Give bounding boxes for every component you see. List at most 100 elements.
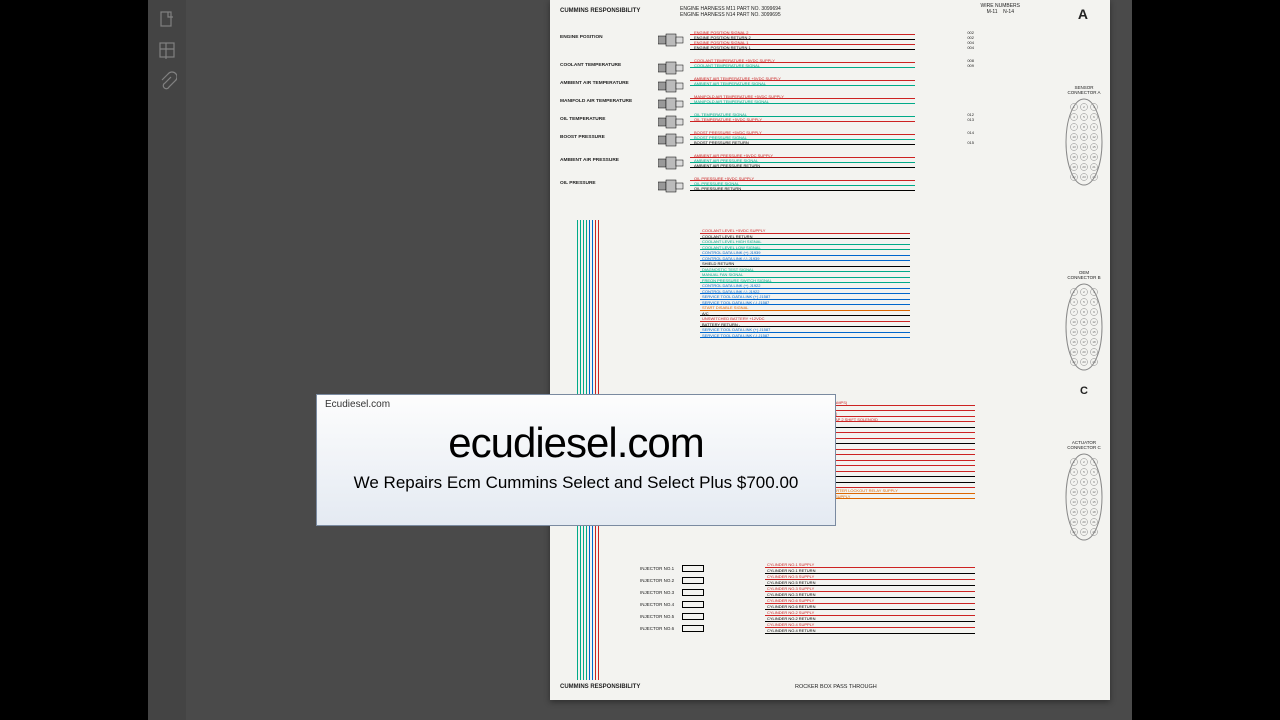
svg-text:4: 4: [1073, 470, 1075, 474]
svg-text:15: 15: [1092, 330, 1096, 334]
svg-text:19: 19: [1072, 350, 1076, 354]
svg-text:23: 23: [1082, 175, 1086, 179]
svg-text:24: 24: [1092, 360, 1096, 364]
page-icon[interactable]: [157, 10, 177, 30]
injector-icon: [682, 601, 704, 608]
wire-number: 004: [938, 45, 974, 50]
layout-icon[interactable]: [157, 40, 177, 60]
sensor-row: OIL PRESSUREOIL PRESSURE +5VDC SUPPLYOIL…: [560, 176, 1100, 199]
svg-text:5: 5: [1083, 115, 1085, 119]
svg-text:23: 23: [1082, 530, 1086, 534]
svg-text:12: 12: [1092, 135, 1096, 139]
svg-text:12: 12: [1092, 320, 1096, 324]
diagram-footer: CUMMINS RESPONSIBILITY: [560, 684, 640, 690]
connector-icon: [658, 133, 684, 147]
svg-text:5: 5: [1083, 300, 1085, 304]
svg-text:10: 10: [1072, 135, 1076, 139]
injector-icon: [682, 565, 704, 572]
sensor-row: AMBIENT AIR PRESSUREAMBIENT AIR PRESSURE…: [560, 153, 1100, 176]
section-letter-c: C: [1080, 385, 1088, 397]
svg-text:13: 13: [1072, 500, 1076, 504]
svg-text:8: 8: [1083, 310, 1085, 314]
injector-icon: [682, 577, 704, 584]
svg-text:21: 21: [1092, 520, 1096, 524]
svg-text:12: 12: [1092, 490, 1096, 494]
sensor-label: OIL PRESSURE: [560, 181, 640, 186]
edge-connector: OEM CONNECTOR B1234567891011121314151617…: [1064, 270, 1104, 373]
signal-line: OIL TEMPERATURE +5VDC SUPPLY: [690, 117, 915, 122]
wiring-diagram-page: CUMMINS RESPONSIBILITY ENGINE HARNESS M1…: [550, 0, 1110, 700]
wire-number: 009: [938, 63, 974, 68]
sensor-row: ENGINE POSITIONENGINE POSITION SIGNAL 2E…: [560, 30, 1100, 58]
svg-text:21: 21: [1092, 350, 1096, 354]
svg-text:8: 8: [1083, 125, 1085, 129]
svg-text:4: 4: [1073, 115, 1075, 119]
svg-text:16: 16: [1072, 340, 1076, 344]
svg-text:6: 6: [1093, 115, 1095, 119]
connector-label: ACTUATOR CONNECTOR C: [1064, 440, 1104, 450]
svg-text:20: 20: [1082, 520, 1086, 524]
connector-icon: [658, 97, 684, 111]
signal-line: AMBIENT AIR PRESSURE RETURN: [690, 163, 915, 168]
edge-connector: ACTUATOR CONNECTOR C12345678910111213141…: [1064, 440, 1104, 543]
connector-icon: [658, 156, 684, 170]
svg-text:6: 6: [1093, 300, 1095, 304]
connector-icon: [658, 79, 684, 93]
signal-line: BOOST PRESSURE RETURN: [690, 140, 915, 145]
diagram-title: CUMMINS RESPONSIBILITY: [560, 8, 640, 14]
svg-text:18: 18: [1092, 340, 1096, 344]
svg-text:7: 7: [1073, 125, 1075, 129]
svg-text:4: 4: [1073, 300, 1075, 304]
svg-text:24: 24: [1092, 175, 1096, 179]
svg-text:2: 2: [1083, 105, 1085, 109]
svg-text:13: 13: [1072, 145, 1076, 149]
section-letter-a: A: [1078, 6, 1088, 22]
wire-number: 013: [938, 117, 974, 122]
harness-partno: ENGINE HARNESS M11 PART NO. 3099694 ENGI…: [680, 6, 781, 18]
advert-popup[interactable]: Ecudiesel.com ecudiesel.com We Repairs E…: [316, 394, 836, 526]
sensor-row: MANIFOLD AIR TEMPERATUREMANIFOLD AIR TEM…: [560, 94, 1100, 112]
svg-text:23: 23: [1082, 360, 1086, 364]
svg-text:14: 14: [1082, 330, 1086, 334]
svg-text:2: 2: [1083, 290, 1085, 294]
svg-text:17: 17: [1082, 155, 1086, 159]
injector-label: INJECTOR NO.1: [640, 566, 682, 571]
svg-text:14: 14: [1082, 145, 1086, 149]
svg-text:10: 10: [1072, 320, 1076, 324]
sensor-row: COOLANT TEMPERATURECOOLANT TEMPERATURE +…: [560, 58, 1100, 76]
popup-subtext: We Repairs Ecm Cummins Select and Select…: [317, 473, 835, 493]
svg-text:9: 9: [1093, 310, 1095, 314]
svg-text:17: 17: [1082, 340, 1086, 344]
svg-text:8: 8: [1083, 480, 1085, 484]
svg-text:2: 2: [1083, 460, 1085, 464]
injector-label: INJECTOR NO.4: [640, 602, 682, 607]
injector-icon: [682, 613, 704, 620]
injector-label: INJECTOR NO.2: [640, 578, 682, 583]
svg-text:20: 20: [1082, 165, 1086, 169]
injector-label: INJECTOR NO.5: [640, 614, 682, 619]
connector-icon: [658, 33, 684, 47]
wire-number: [938, 163, 974, 168]
svg-text:16: 16: [1072, 510, 1076, 514]
connector-icon: [658, 61, 684, 75]
mid-signal-block: COOLANT LEVEL +5VDC SUPPLYCOOLANT LEVEL …: [700, 228, 910, 338]
svg-text:11: 11: [1082, 490, 1085, 494]
wire-numbers-header: WIRE NUMBERS M-11 N-14: [981, 3, 1020, 15]
svg-text:6: 6: [1093, 470, 1095, 474]
svg-text:7: 7: [1073, 480, 1075, 484]
sensor-row: OIL TEMPERATUREOIL TEMPERATURE SIGNALOIL…: [560, 112, 1100, 130]
svg-text:9: 9: [1093, 125, 1095, 129]
svg-text:10: 10: [1072, 490, 1076, 494]
svg-text:17: 17: [1082, 510, 1086, 514]
svg-text:18: 18: [1092, 510, 1096, 514]
svg-text:22: 22: [1072, 360, 1076, 364]
svg-text:5: 5: [1083, 470, 1085, 474]
sensor-label: AMBIENT AIR TEMPERATURE: [560, 81, 640, 86]
connector-label: SENSOR CONNECTOR A: [1064, 85, 1104, 95]
svg-text:11: 11: [1082, 135, 1085, 139]
svg-text:19: 19: [1072, 520, 1076, 524]
sensor-label: COOLANT TEMPERATURE: [560, 63, 640, 68]
injector-label: INJECTOR NO.3: [640, 590, 682, 595]
attachment-icon[interactable]: [157, 70, 177, 90]
svg-text:24: 24: [1092, 530, 1096, 534]
